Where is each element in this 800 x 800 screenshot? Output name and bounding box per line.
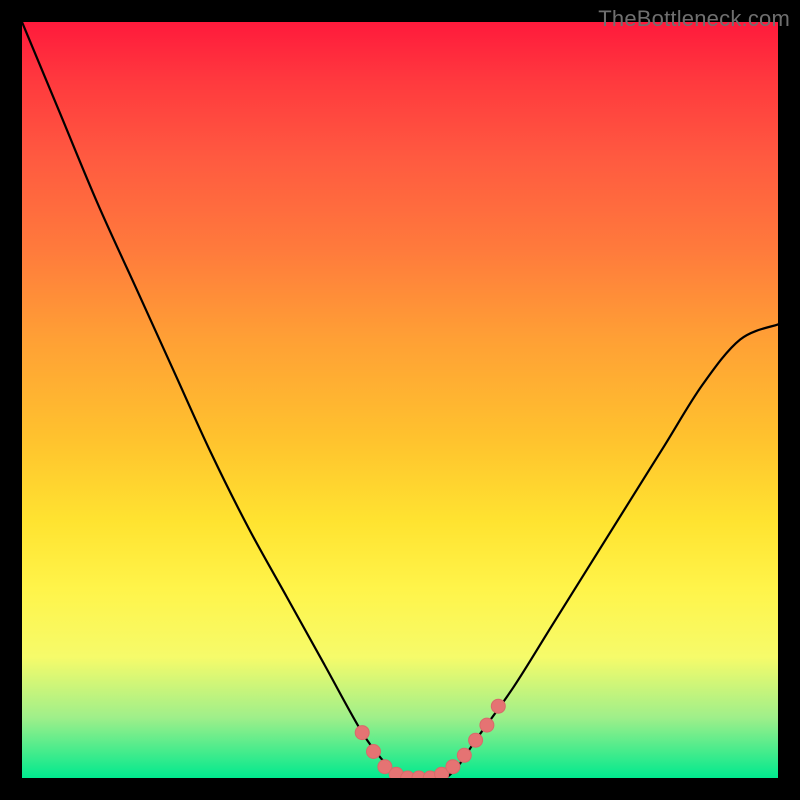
watermark-text: TheBottleneck.com [598,6,790,32]
valley-marker [355,726,369,740]
valley-marker [469,733,483,747]
valley-markers [355,699,505,778]
valley-marker [491,699,505,713]
bottleneck-curve [22,22,778,778]
valley-marker [480,718,494,732]
chart-svg [22,22,778,778]
valley-marker [457,748,471,762]
plot-area [22,22,778,778]
valley-marker [446,760,460,774]
valley-marker [367,745,381,759]
outer-frame: TheBottleneck.com [0,0,800,800]
